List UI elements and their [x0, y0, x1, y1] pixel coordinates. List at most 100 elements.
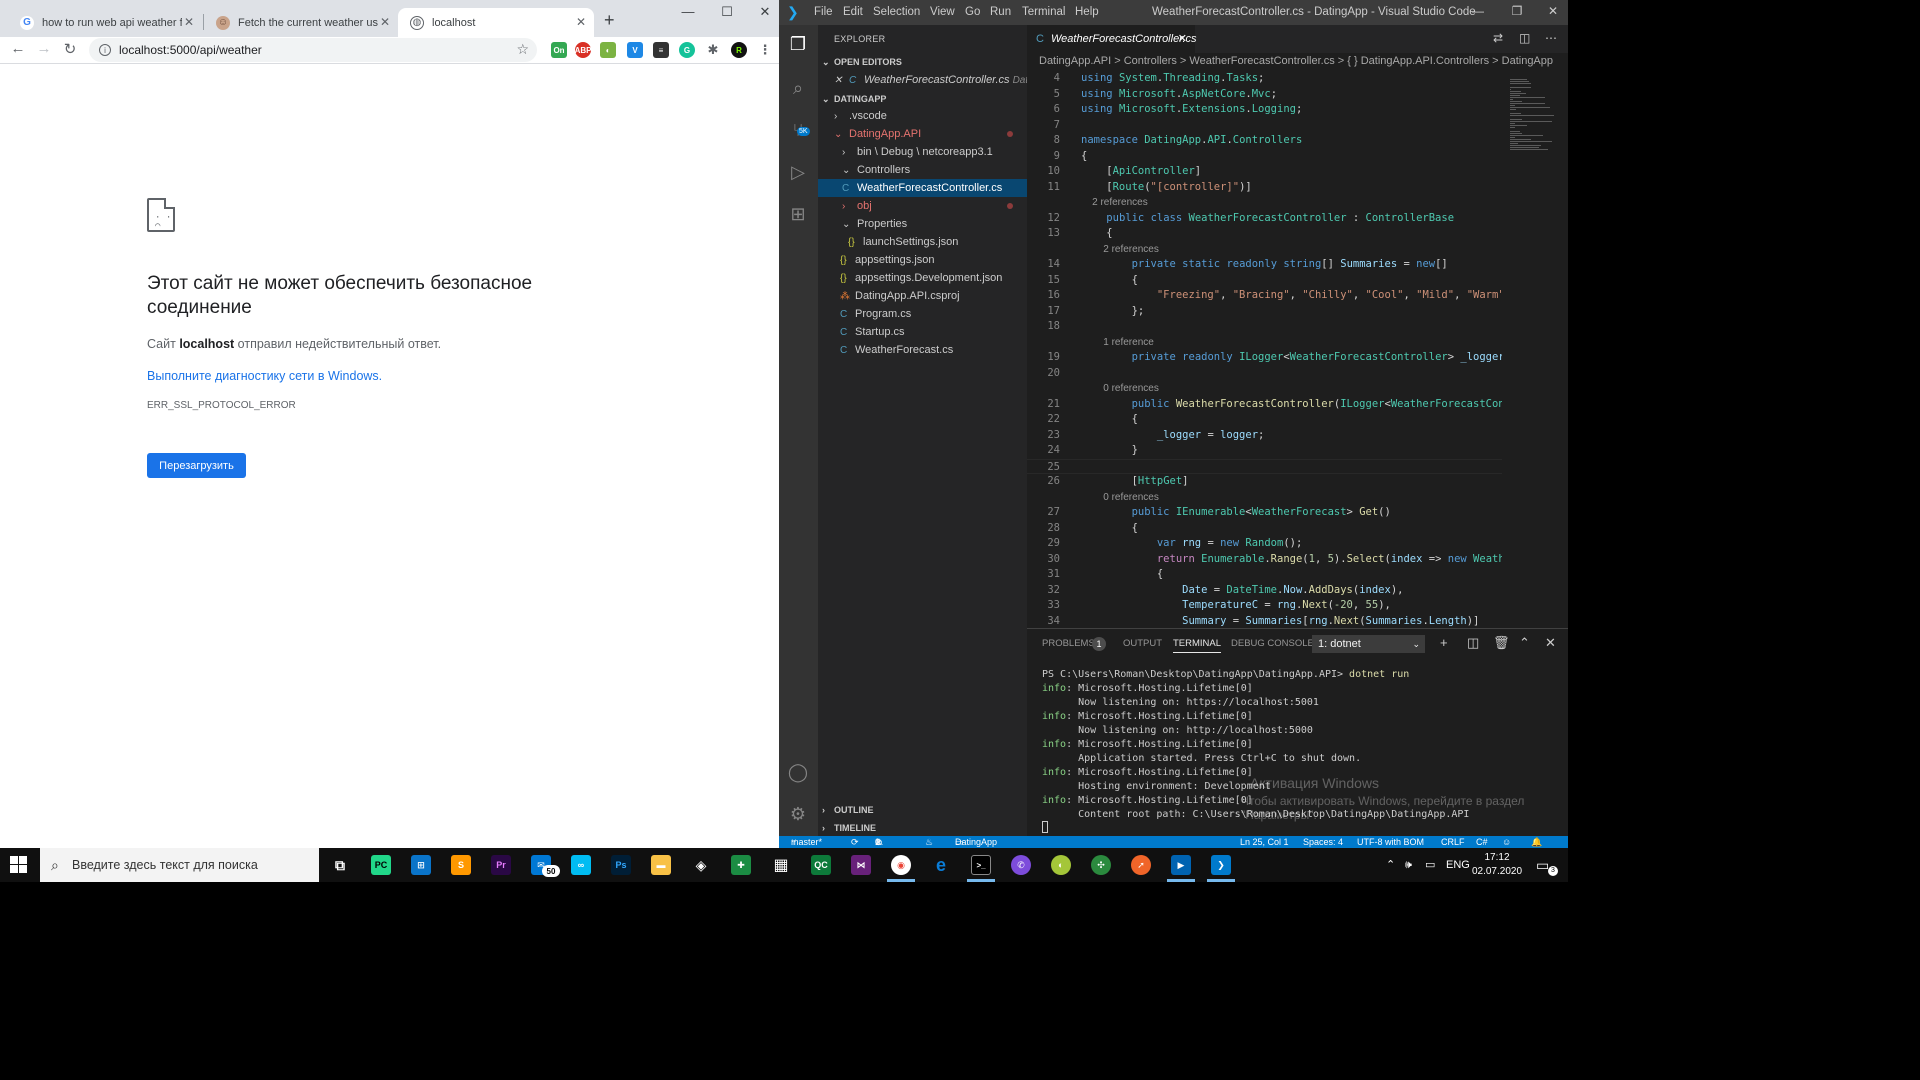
tree-item-obj[interactable]: › obj: [818, 197, 1027, 215]
clock[interactable]: 17:12 02.07.2020: [1466, 851, 1528, 879]
open-editor-item[interactable]: ✕ C WeatherForecastController.cs Dat...: [818, 71, 1036, 89]
codelens-hint[interactable]: 2 references: [1027, 242, 1502, 257]
tree-item-bin[interactable]: › bin \ Debug \ netcoreapp3.1: [818, 143, 1027, 161]
sublime-icon[interactable]: S: [451, 855, 471, 875]
calculator-icon[interactable]: ▦: [771, 855, 791, 875]
split-terminal-icon[interactable]: ◫: [1467, 635, 1479, 651]
taskbar-search[interactable]: ⌕ Введите здесь текст для поиска: [40, 848, 319, 882]
tree-item-weatherforecastcontroller[interactable]: C WeatherForecastController.cs: [818, 179, 1027, 197]
chrome-menu-icon[interactable]: ⋮: [757, 42, 773, 58]
sync-icon[interactable]: ⟳: [851, 836, 859, 848]
workspace-section[interactable]: ⌄ DATINGAPP: [818, 90, 1027, 108]
menu-file[interactable]: File: [814, 6, 833, 18]
close-panel-icon[interactable]: ✕: [1545, 635, 1556, 651]
flag-icon[interactable]: ≡: [653, 42, 669, 58]
tree-item-csproj[interactable]: ⁂ DatingApp.API.csproj: [818, 287, 1027, 305]
minimize-button[interactable]: —: [1466, 4, 1490, 18]
visual-studio-icon[interactable]: ⋈: [851, 855, 871, 875]
photoshop-icon[interactable]: Ps: [611, 855, 631, 875]
forward-button[interactable]: →: [34, 40, 54, 57]
close-window-button[interactable]: ✕: [750, 4, 779, 20]
profile-avatar[interactable]: R: [731, 42, 747, 58]
editor-tab-active[interactable]: C WeatherForecastController.cs ✕: [1027, 25, 1197, 53]
feedback-icon[interactable]: ☺: [1502, 836, 1511, 848]
chrome-icon[interactable]: ◉: [891, 855, 911, 875]
cursor-position[interactable]: Ln 25, Col 1: [1240, 836, 1289, 848]
adblock-icon[interactable]: ABP: [575, 42, 591, 58]
tray-chevron-up-icon[interactable]: ⌃: [1386, 848, 1395, 882]
language-mode[interactable]: C#: [1476, 836, 1488, 848]
codelens-hint[interactable]: 1 reference: [1027, 335, 1502, 350]
reload-button[interactable]: Перезагрузить: [147, 453, 246, 478]
site-info-icon[interactable]: i: [99, 44, 111, 56]
windows-start-icon[interactable]: [10, 856, 27, 873]
tab-debug-console[interactable]: DEBUG CONSOLE: [1231, 638, 1314, 649]
outline-section[interactable]: › OUTLINE: [818, 801, 1027, 819]
restore-button[interactable]: ❐: [1505, 4, 1529, 18]
maximize-panel-icon[interactable]: ⌃: [1519, 635, 1530, 651]
menu-selection[interactable]: Selection: [873, 6, 920, 18]
close-window-button[interactable]: ✕: [1541, 4, 1565, 18]
unity-icon[interactable]: ◈: [691, 855, 711, 875]
tab-terminal[interactable]: TERMINAL: [1173, 638, 1222, 653]
gitkraken-icon[interactable]: ✣: [1091, 855, 1111, 875]
people-icon[interactable]: ∞: [571, 855, 591, 875]
network-diagnostics-link[interactable]: Выполните диагностику сети в Windows.: [147, 369, 607, 383]
codelens-hint[interactable]: 0 references: [1027, 490, 1502, 505]
qt-icon[interactable]: QC: [811, 855, 831, 875]
terminal-select[interactable]: 1: dotnet ⌄: [1312, 635, 1425, 653]
pycharm-icon[interactable]: PC: [371, 855, 391, 875]
task-view-icon[interactable]: ⧉: [330, 855, 350, 875]
tree-item-weatherforecast[interactable]: C WeatherForecast.cs: [818, 341, 1027, 359]
menu-edit[interactable]: Edit: [843, 6, 863, 18]
android-icon[interactable]: ◐: [1051, 855, 1071, 875]
tree-item-program[interactable]: C Program.cs: [818, 305, 1027, 323]
trash-icon[interactable]: 🗑: [1493, 635, 1510, 651]
breadcrumb[interactable]: DatingApp.API > Controllers > WeatherFor…: [1039, 55, 1553, 67]
close-tab-icon[interactable]: ✕: [184, 15, 194, 29]
tree-item-appsettings-development[interactable]: {} appsettings.Development.json: [818, 269, 1027, 287]
line-endings[interactable]: CRLF: [1441, 836, 1465, 848]
timeline-section[interactable]: › TIMELINE: [818, 819, 1027, 837]
explorer-icon[interactable]: ❐: [787, 33, 809, 55]
action-center-icon[interactable]: ▭: [1536, 848, 1549, 882]
codelens-hint[interactable]: 2 references: [1027, 195, 1502, 210]
extension-on-icon[interactable]: On: [551, 42, 567, 58]
new-terminal-icon[interactable]: +: [1440, 635, 1448, 650]
store-icon[interactable]: ⊞: [411, 855, 431, 875]
bookmark-star-icon[interactable]: ☆: [516, 41, 529, 58]
search-icon[interactable]: ⌕: [787, 77, 809, 99]
extensions-icon[interactable]: ⊞: [787, 203, 809, 225]
browser-tab-google[interactable]: G how to run web api weather fore ✕: [8, 8, 202, 37]
extension-v-icon[interactable]: V: [627, 42, 643, 58]
menu-go[interactable]: Go: [965, 6, 980, 18]
volume-icon[interactable]: 🕪: [1405, 848, 1412, 882]
close-icon[interactable]: ✕: [1178, 25, 1187, 53]
tab-output[interactable]: OUTPUT: [1123, 638, 1162, 649]
more-actions-icon[interactable]: ⋯: [1545, 31, 1557, 45]
minimize-button[interactable]: —: [673, 4, 703, 19]
extension-green-icon[interactable]: ◐: [600, 42, 616, 58]
bell-icon[interactable]: 🔔: [1531, 836, 1542, 848]
minimap[interactable]: [1502, 71, 1568, 628]
split-editor-icon[interactable]: ◫: [1519, 31, 1530, 45]
tree-item-datingapp-api[interactable]: ⌄ DatingApp.API: [818, 125, 1027, 143]
tab-problems[interactable]: PROBLEMS: [1042, 638, 1095, 649]
network-icon[interactable]: ▭: [1425, 848, 1435, 882]
browser-tab-localhost[interactable]: ◍ localhost ✕: [398, 8, 594, 37]
tree-item-startup[interactable]: C Startup.cs: [818, 323, 1027, 341]
tree-item-properties[interactable]: ⌄ Properties: [818, 215, 1027, 233]
back-button[interactable]: ←: [8, 40, 28, 57]
settings-gear-icon[interactable]: ⚙: [787, 803, 809, 825]
vscode-taskbar-icon[interactable]: ❯: [1211, 855, 1231, 875]
tree-item-launchsettings[interactable]: {} launchSettings.json: [818, 233, 1027, 251]
tree-item-vscode[interactable]: › .vscode: [818, 107, 1027, 125]
menu-run[interactable]: Run: [990, 6, 1011, 18]
compare-icon[interactable]: ⇄: [1493, 31, 1503, 45]
remote-desktop-icon[interactable]: ▶: [1171, 855, 1191, 875]
premiere-icon[interactable]: Pr: [491, 855, 511, 875]
encoding[interactable]: UTF-8 with BOM: [1357, 836, 1424, 848]
menu-terminal[interactable]: Terminal: [1022, 6, 1065, 18]
browser-tab-fetch-weather[interactable]: ☺ Fetch the current weather using ✕: [204, 8, 398, 37]
code-area[interactable]: 4 using System.Threading.Tasks; 5 using Mic…: [1027, 71, 1502, 628]
